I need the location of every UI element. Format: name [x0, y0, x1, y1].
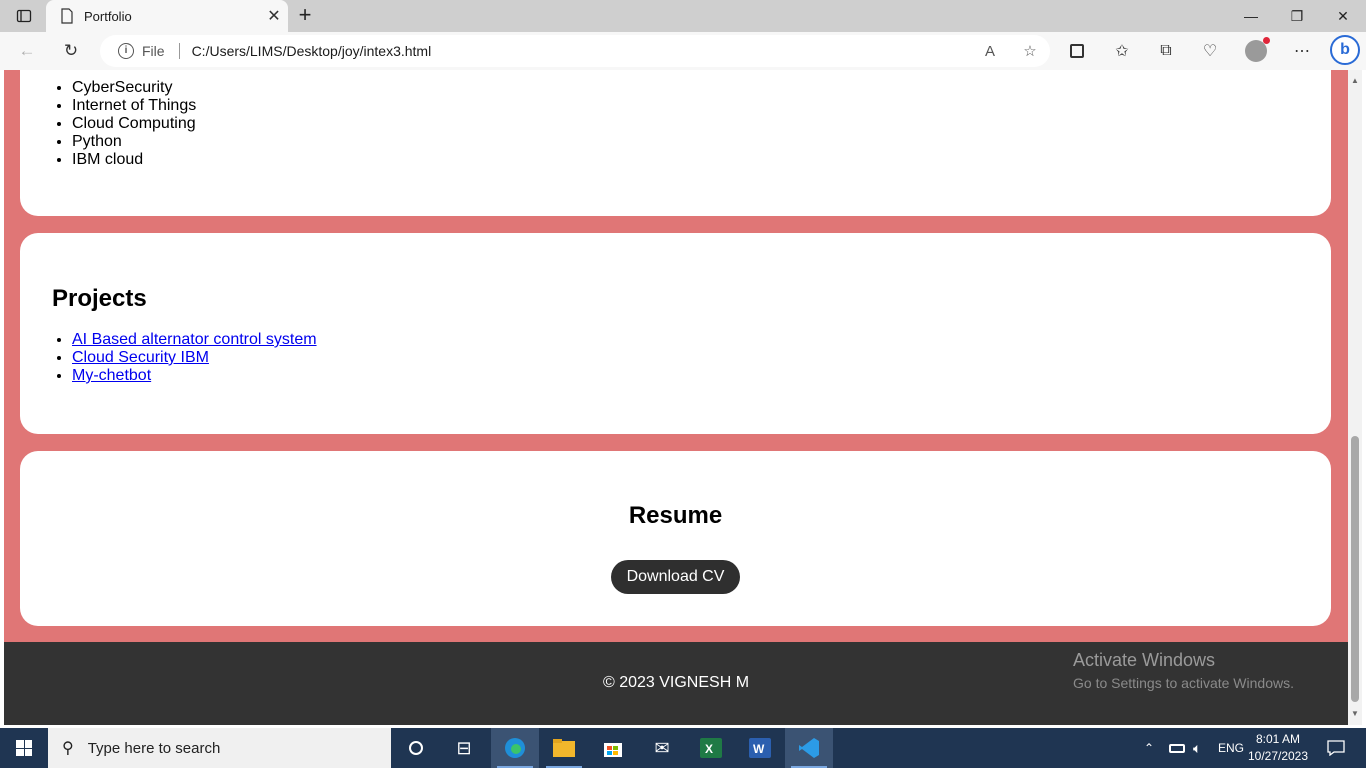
- resume-heading: Resume: [628, 502, 723, 529]
- skill-item: Python: [72, 133, 196, 151]
- search-placeholder: Type here to search: [87, 739, 221, 757]
- task-view-icon[interactable]: ⊟: [440, 728, 488, 768]
- skills-list: CyberSecurity Internet of Things Cloud C…: [72, 79, 196, 169]
- browser-tab-bar: Portfolio ✕ + — ❐ ✕: [0, 0, 1366, 32]
- skills-card: CyberSecurity Internet of Things Cloud C…: [20, 70, 1331, 216]
- taskbar-search[interactable]: ⚲ Type here to search: [48, 728, 391, 768]
- skill-item: CyberSecurity: [72, 79, 196, 97]
- favorites-icon[interactable]: ✩: [1105, 37, 1139, 65]
- url-text[interactable]: C:/Users/LIMS/Desktop/joy/intex3.html: [192, 43, 970, 59]
- start-button[interactable]: [0, 728, 48, 768]
- vertical-scrollbar[interactable]: ▲ ▼: [1348, 70, 1362, 725]
- skill-item: Internet of Things: [72, 97, 196, 115]
- project-item: My-chetbot: [72, 367, 317, 385]
- page-content: CyberSecurity Internet of Things Cloud C…: [4, 70, 1348, 725]
- projects-card: Projects AI Based alternator control sys…: [20, 233, 1331, 434]
- excel-icon[interactable]: X: [687, 728, 735, 768]
- show-hidden-icons[interactable]: ⌃: [1144, 728, 1154, 768]
- refresh-icon[interactable]: ↻: [56, 37, 86, 65]
- browser-toolbar: ← ↻ i File C:/Users/LIMS/Desktop/joy/int…: [0, 32, 1366, 70]
- watermark-title: Activate Windows: [1073, 650, 1216, 670]
- browser-essentials-icon[interactable]: ♡: [1193, 37, 1227, 65]
- language-indicator[interactable]: ENG: [1218, 728, 1244, 768]
- search-icon: ⚲: [62, 740, 74, 757]
- scroll-down-icon[interactable]: ▼: [1348, 707, 1362, 721]
- activation-watermark: Activate Windows Go to Settings to activ…: [1073, 650, 1294, 691]
- divider: [178, 43, 180, 59]
- close-tab-icon[interactable]: ✕: [260, 6, 288, 26]
- projects-list: AI Based alternator control system Cloud…: [72, 331, 317, 385]
- battery-icon[interactable]: [1169, 728, 1185, 768]
- microsoft-store-icon[interactable]: [589, 728, 637, 768]
- windows-taskbar: ⚲ Type here to search ⊟ ✉ X W ⌃ 🔈︎ ENG 8…: [0, 728, 1366, 768]
- project-item: Cloud Security IBM: [72, 349, 317, 367]
- address-bar[interactable]: i File C:/Users/LIMS/Desktop/joy/intex3.…: [100, 35, 1050, 67]
- more-options-icon[interactable]: ⋯: [1285, 37, 1319, 65]
- clock-time: 8:01 AM: [1255, 732, 1301, 746]
- info-icon[interactable]: i: [118, 43, 134, 59]
- tab-portfolio[interactable]: Portfolio ✕: [46, 0, 288, 32]
- projects-heading: Projects: [52, 285, 147, 312]
- mail-icon[interactable]: ✉: [638, 728, 686, 768]
- word-icon[interactable]: W: [736, 728, 784, 768]
- volume-icon[interactable]: 🔈︎: [1193, 728, 1201, 768]
- watermark-subtitle: Go to Settings to activate Windows.: [1073, 675, 1294, 691]
- file-label: File: [142, 43, 165, 59]
- scroll-up-icon[interactable]: ▲: [1348, 74, 1362, 88]
- project-link[interactable]: My-chetbot: [72, 367, 151, 384]
- minimize-icon[interactable]: —: [1228, 0, 1274, 32]
- windows-logo-icon: [16, 740, 32, 756]
- file-explorer-icon[interactable]: [540, 728, 588, 768]
- edge-icon[interactable]: [491, 728, 539, 768]
- skill-item: IBM cloud: [72, 151, 196, 169]
- tab-title: Portfolio: [84, 8, 132, 24]
- resume-card: Resume Download CV: [20, 451, 1331, 626]
- scrollbar-thumb[interactable]: [1351, 436, 1359, 702]
- profile-avatar[interactable]: [1239, 37, 1273, 65]
- tab-actions-icon[interactable]: [8, 4, 40, 28]
- skill-item: Cloud Computing: [72, 115, 196, 133]
- vscode-icon[interactable]: [785, 728, 833, 768]
- close-window-icon[interactable]: ✕: [1320, 0, 1366, 32]
- project-link[interactable]: Cloud Security IBM: [72, 349, 209, 366]
- favorite-star-icon[interactable]: ☆: [1010, 42, 1050, 60]
- bing-copilot-icon[interactable]: b: [1330, 35, 1360, 65]
- project-link[interactable]: AI Based alternator control system: [72, 331, 317, 348]
- collections-icon[interactable]: ⧉: [1149, 37, 1183, 65]
- restore-icon[interactable]: ❐: [1274, 0, 1320, 32]
- svg-text:W: W: [753, 742, 765, 756]
- taskbar-clock[interactable]: 8:01 AM 10/27/2023: [1246, 731, 1310, 765]
- split-screen-icon[interactable]: [1060, 37, 1094, 65]
- download-cv-button[interactable]: Download CV: [611, 560, 740, 594]
- notifications-icon[interactable]: [1316, 728, 1356, 768]
- cortana-icon[interactable]: [392, 728, 440, 768]
- project-item: AI Based alternator control system: [72, 331, 317, 349]
- page-icon: [61, 8, 73, 24]
- clock-date: 10/27/2023: [1247, 749, 1309, 763]
- back-icon[interactable]: ←: [12, 37, 42, 65]
- svg-text:X: X: [705, 742, 713, 756]
- read-aloud-icon[interactable]: A: [970, 43, 1010, 60]
- new-tab-button[interactable]: +: [292, 4, 318, 28]
